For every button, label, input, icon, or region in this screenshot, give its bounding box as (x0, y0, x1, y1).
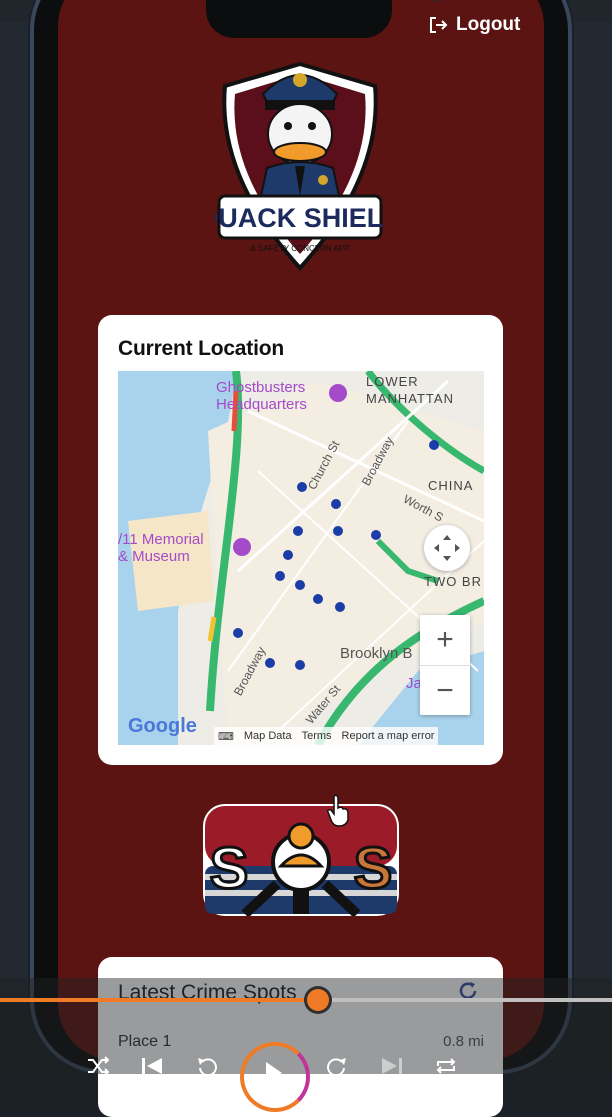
map-label-ghostbusters: Ghostbusters Headquarters (216, 379, 307, 413)
next-icon[interactable] (380, 1056, 404, 1076)
zoom-in-button[interactable]: + (420, 615, 470, 665)
google-logo: Google (128, 715, 197, 737)
sos-letter-left: S (210, 836, 249, 901)
cursor-icon (327, 794, 349, 827)
map-label-memorial: /11 Memorial & Museum (118, 531, 204, 565)
map-label-chinatown: CHINA (428, 478, 474, 493)
background-right (568, 22, 612, 1002)
notch (206, 0, 446, 38)
recenter-icon (434, 535, 460, 561)
recenter-button[interactable] (424, 525, 470, 571)
map-data-link[interactable]: Map Data (244, 730, 292, 742)
logo-subtitle: & SAFETY CONCERN APP (251, 244, 350, 253)
forward-icon[interactable] (324, 1056, 348, 1076)
logout-icon (430, 17, 448, 33)
shuffle-icon[interactable] (86, 1056, 110, 1076)
play-button[interactable] (240, 1042, 310, 1112)
map-attribution: ⌨ Map Data Terms Report a map error (214, 727, 439, 745)
map-label-lower-manhattan: LOWER MANHATTAN (366, 374, 454, 406)
terms-link[interactable]: Terms (302, 730, 332, 742)
logout-button[interactable]: Logout (428, 14, 520, 36)
quack-shield-logo: QUACK SHIELD & SAFETY CONCERN APP (215, 61, 385, 271)
logo-title: QUACK SHIELD (215, 203, 385, 233)
previous-icon[interactable] (140, 1056, 164, 1076)
keyboard-shortcuts-icon[interactable]: ⌨ (218, 730, 234, 743)
play-icon (266, 1062, 282, 1084)
sos-letter-right: S (354, 836, 393, 901)
map-label-brooklyn-bridge: Brooklyn B (340, 645, 413, 662)
progress-knob[interactable] (307, 989, 329, 1011)
zoom-controls: + − (420, 615, 470, 715)
logout-label: Logout (456, 14, 521, 35)
map-label-two-bridges: TWO BR (424, 574, 482, 589)
sos-button[interactable]: S S (203, 804, 399, 916)
report-map-error-link[interactable]: Report a map error (342, 730, 435, 742)
map-view[interactable]: Ghostbusters Headquarters LOWER MANHATTA… (118, 371, 484, 745)
repeat-icon[interactable] (434, 1056, 458, 1076)
zoom-out-button[interactable]: − (420, 665, 470, 716)
current-location-card: Current Location Ghostbusters Headquarte… (98, 315, 503, 765)
current-location-title: Current Location (118, 337, 284, 360)
rewind-icon[interactable] (196, 1056, 220, 1076)
progress-fill (0, 998, 318, 1002)
